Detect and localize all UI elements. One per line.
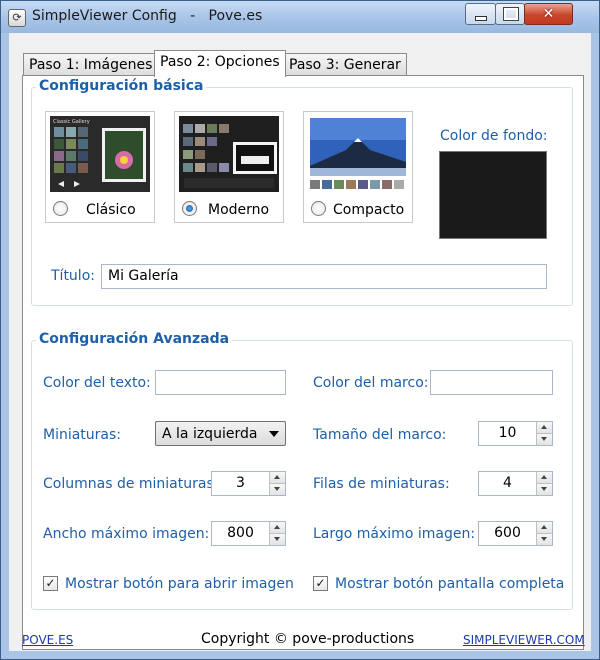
frame-color-input[interactable] bbox=[430, 370, 553, 395]
bg-color-swatch[interactable] bbox=[439, 151, 547, 239]
max-height-stepper[interactable]: 600 bbox=[478, 521, 553, 546]
title-input[interactable]: Mi Galería bbox=[101, 264, 547, 289]
label-compacto: Compacto bbox=[333, 202, 405, 218]
thumb-cols-value[interactable]: 3 bbox=[212, 472, 269, 495]
tab-paso-2[interactable]: Paso 2: Opciones bbox=[154, 50, 286, 77]
style-clasico-card[interactable]: Classic Gallery Clásico bbox=[45, 111, 155, 223]
app-icon[interactable]: ⟳ bbox=[8, 9, 26, 27]
label-moderno: Moderno bbox=[208, 202, 270, 218]
close-icon: ✕ bbox=[542, 6, 555, 22]
spin-up-icon[interactable] bbox=[269, 472, 285, 484]
thumb-rows-label: Filas de miniaturas: bbox=[313, 476, 450, 492]
style-moderno-card[interactable]: Moderno bbox=[174, 111, 284, 223]
open-button-label[interactable]: Mostrar botón para abrir imagen bbox=[65, 576, 294, 592]
compacto-preview-image bbox=[308, 116, 408, 192]
minimize-icon bbox=[475, 16, 487, 21]
label-clasico: Clásico bbox=[86, 202, 136, 218]
spin-down-icon[interactable] bbox=[269, 534, 285, 545]
max-width-stepper[interactable]: 800 bbox=[211, 521, 286, 546]
spin-down-icon[interactable] bbox=[536, 534, 552, 545]
max-height-label: Largo máximo imagen: bbox=[313, 526, 476, 542]
frame-size-value[interactable]: 10 bbox=[479, 422, 536, 445]
text-color-label: Color del texto: bbox=[43, 375, 151, 391]
title-label: Título: bbox=[51, 268, 95, 284]
maximize-icon bbox=[503, 7, 519, 21]
max-height-value[interactable]: 600 bbox=[479, 522, 536, 545]
title-bar[interactable]: ⟳ SimpleViewer Config - Pove.es ✕ bbox=[1, 1, 599, 33]
clasico-caption: Classic Gallery bbox=[53, 119, 90, 125]
bg-color-label: Color de fondo: bbox=[440, 128, 548, 144]
thumbs-position-select[interactable]: A la izquierda bbox=[155, 421, 286, 446]
spin-up-icon[interactable] bbox=[269, 522, 285, 534]
spin-down-icon[interactable] bbox=[536, 434, 552, 445]
max-width-value[interactable]: 800 bbox=[212, 522, 269, 545]
spin-down-icon[interactable] bbox=[269, 484, 285, 495]
fullscreen-label[interactable]: Mostrar botón pantalla completa bbox=[335, 576, 564, 592]
thumb-rows-value[interactable]: 4 bbox=[479, 472, 536, 495]
open-button-checkbox[interactable]: ✓ bbox=[43, 576, 58, 591]
close-button[interactable]: ✕ bbox=[524, 3, 573, 25]
thumbs-position-value: A la izquierda bbox=[162, 426, 258, 442]
chevron-down-icon bbox=[269, 431, 279, 437]
basic-config-title: Configuración básica bbox=[36, 78, 207, 94]
thumb-rows-stepper[interactable]: 4 bbox=[478, 471, 553, 496]
radio-clasico[interactable] bbox=[53, 201, 68, 216]
spin-down-icon[interactable] bbox=[536, 484, 552, 495]
moderno-preview-image bbox=[179, 116, 279, 192]
frame-color-label: Color del marco: bbox=[313, 375, 429, 391]
advanced-config-title: Configuración Avanzada bbox=[36, 331, 233, 347]
copyright-text: Copyright © pove-productions bbox=[201, 631, 415, 647]
client-area: Paso 1: Imágenes Paso 2: Opciones Paso 3… bbox=[9, 33, 591, 651]
tab-panel: Configuración básica Classic Gallery Clá… bbox=[22, 75, 584, 650]
pove-link[interactable]: POVE.ES bbox=[22, 633, 73, 647]
spin-up-icon[interactable] bbox=[536, 472, 552, 484]
thumb-cols-label: Columnas de miniaturas: bbox=[43, 476, 219, 492]
fullscreen-checkbox[interactable]: ✓ bbox=[313, 576, 328, 591]
app-window: ⟳ SimpleViewer Config - Pove.es ✕ Paso 1… bbox=[0, 0, 600, 660]
spin-up-icon[interactable] bbox=[536, 522, 552, 534]
clasico-preview-image: Classic Gallery bbox=[50, 116, 150, 192]
maximize-button[interactable] bbox=[495, 3, 525, 25]
simpleviewer-link[interactable]: SIMPLEVIEWER.COM bbox=[463, 633, 585, 647]
style-compacto-card[interactable]: Compacto bbox=[303, 111, 413, 223]
max-width-label: Ancho máximo imagen: bbox=[43, 526, 210, 542]
radio-compacto[interactable] bbox=[311, 201, 326, 216]
tab-paso-3[interactable]: Paso 3: Generar bbox=[283, 53, 407, 76]
spin-up-icon[interactable] bbox=[536, 422, 552, 434]
tab-paso-1[interactable]: Paso 1: Imágenes bbox=[23, 53, 159, 76]
text-color-input[interactable] bbox=[155, 370, 286, 395]
frame-size-stepper[interactable]: 10 bbox=[478, 421, 553, 446]
thumb-cols-stepper[interactable]: 3 bbox=[211, 471, 286, 496]
thumbs-label: Miniaturas: bbox=[43, 427, 122, 443]
minimize-button[interactable] bbox=[465, 3, 496, 25]
frame-size-label: Tamaño del marco: bbox=[313, 427, 447, 443]
radio-moderno[interactable] bbox=[182, 201, 197, 216]
window-title: SimpleViewer Config - Pove.es bbox=[32, 8, 263, 24]
